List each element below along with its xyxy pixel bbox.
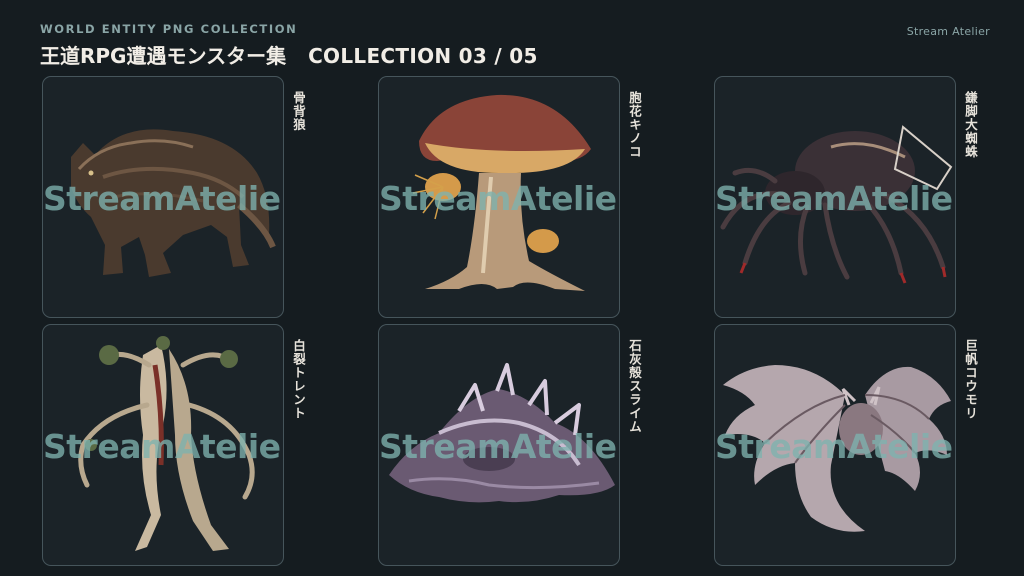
watermark: StreamAtelier [715,179,956,218]
monster-card-5[interactable]: StreamAtelier [378,324,620,566]
watermark: StreamAtelier [715,427,956,466]
page-title: 王道RPG遭遇モンスター集 COLLECTION 03 / 05 [40,40,538,69]
monster-name-6: 巨帆コウモリ [963,339,978,420]
monster-card-4[interactable]: StreamAtelier [42,324,284,566]
collection-number: COLLECTION 03 / 05 [308,44,538,68]
watermark: StreamAtelier [379,427,620,466]
collection-kicker: WORLD ENTITY PNG COLLECTION [40,22,298,36]
monster-name-1: 骨背狼 [291,91,306,132]
monster-card-1[interactable]: StreamAtelier [42,76,284,318]
monster-name-3: 鎌脚大蜘蛛 [963,91,978,159]
watermark: StreamAtelier [43,179,284,218]
monster-name-2: 胞花キノコ [627,91,642,159]
watermark: StreamAtelier [379,179,620,218]
watermark: StreamAtelier [43,427,284,466]
monster-card-2[interactable]: StreamAtelier [378,76,620,318]
monster-name-4: 白裂トレント [291,339,306,420]
title-text: 王道RPG遭遇モンスター集 [40,44,287,68]
monster-card-3[interactable]: StreamAtelier [714,76,956,318]
monster-name-5: 石灰殻スライム [627,339,642,434]
monster-card-6[interactable]: StreamAtelier [714,324,956,566]
brand-name: Stream Atelier [906,25,990,38]
